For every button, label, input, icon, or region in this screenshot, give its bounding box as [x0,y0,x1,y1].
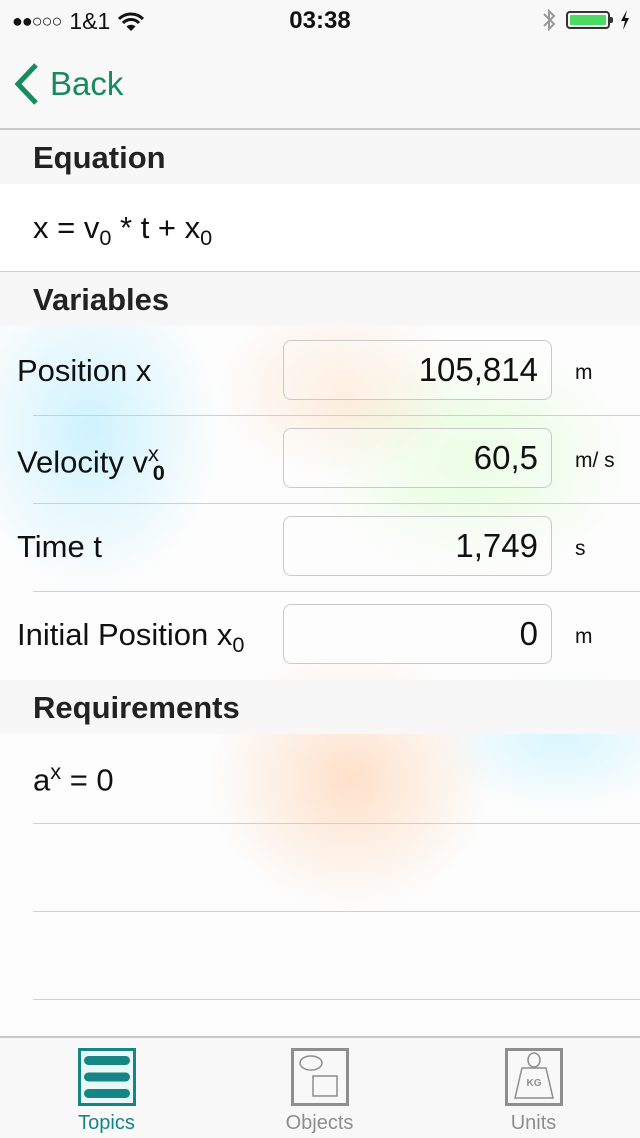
variable-unit: m [575,625,593,648]
variable-unit: m [575,361,593,384]
requirements-header: Requirements [0,680,640,734]
status-bar: ●●○○○ 1&1 03:38 [0,0,640,40]
equation-header-label: Equation [33,140,166,175]
requirement-text: ax = 0 [33,759,114,798]
equation-row: x = v0 * t + x0 [0,184,640,272]
tab-label: Objects [285,1112,354,1134]
velocity-input[interactable] [283,428,552,488]
variable-row-initial-position: Initial Position x0 m [0,591,640,679]
requirement-row: ax = 0 [0,735,640,823]
variable-label: Time t [17,529,102,564]
divider [33,911,640,912]
variable-row-velocity: Velocity vx0 m/ s [0,415,640,503]
variable-label: Velocity vx0 [17,441,165,485]
variable-unit: s [575,537,586,560]
variable-row-position: Position x m [0,327,640,415]
equation-header: Equation [0,130,640,184]
divider [33,999,640,1000]
position-input[interactable] [283,340,552,400]
status-right [542,8,630,32]
objects-icon [290,1048,349,1106]
equation-text: x = v0 * t + x0 [33,210,213,251]
chevron-left-icon [14,63,38,105]
back-button[interactable]: Back [14,62,123,106]
tab-label: Units [510,1112,557,1134]
navigation-bar: Back [0,40,640,130]
divider [33,823,640,824]
variables-header: Variables [0,272,640,326]
time-input[interactable] [283,516,552,576]
tab-objects[interactable]: Objects [213,1038,426,1138]
tab-bar: Topics Objects KG Units [0,1036,640,1138]
variable-unit: m/ s [575,449,615,472]
svg-text:KG: KG [526,1078,541,1089]
requirements-header-label: Requirements [33,690,240,725]
variable-row-time: Time t s [0,503,640,591]
variables-header-label: Variables [33,282,170,317]
tab-label: Topics [78,1112,135,1134]
tab-units[interactable]: KG Units [427,1038,640,1138]
content-area: Equation x = v0 * t + x0 Variables Posit… [0,130,640,1036]
list-icon [77,1048,136,1106]
bluetooth-icon [543,8,556,32]
back-label: Back [50,65,124,102]
tab-topics[interactable]: Topics [0,1038,213,1138]
variable-label: Position x [17,353,152,388]
weight-kg-icon: KG [504,1048,563,1106]
charging-bolt-icon [621,10,629,30]
variable-label: Initial Position x0 [17,617,245,658]
battery-icon [566,11,613,29]
initial-position-input[interactable] [283,604,552,664]
